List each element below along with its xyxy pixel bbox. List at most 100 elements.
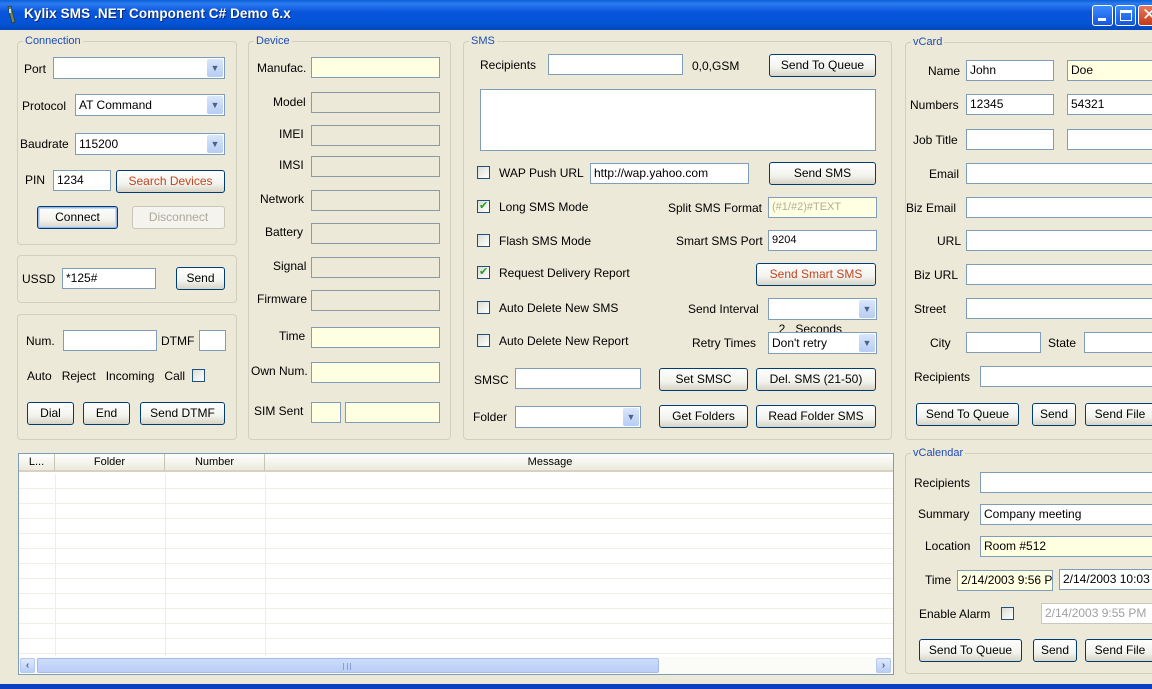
sms-recipients-input[interactable] <box>548 54 683 75</box>
sms-send-to-queue-button[interactable]: Send To Queue <box>769 54 876 77</box>
scroll-right-icon[interactable]: › <box>876 658 891 673</box>
battery-field[interactable] <box>311 223 440 244</box>
city-input[interactable] <box>966 332 1041 353</box>
number2-input[interactable]: 54321 <box>1067 94 1152 115</box>
connect-button[interactable]: Connect <box>37 206 118 229</box>
first-name-input[interactable]: John <box>966 60 1054 81</box>
enable-alarm-checkbox[interactable] <box>1001 607 1014 620</box>
send-smart-sms-button[interactable]: Send Smart SMS <box>756 263 876 286</box>
dtmf-input[interactable] <box>199 330 226 351</box>
own-number-field[interactable] <box>311 362 440 383</box>
set-smsc-button[interactable]: Set SMSC <box>659 368 748 391</box>
chevron-down-icon[interactable]: ▼ <box>207 135 223 153</box>
send-sms-button[interactable]: Send SMS <box>769 162 876 185</box>
num-input[interactable] <box>63 330 157 351</box>
scroll-left-icon[interactable]: ‹ <box>20 658 35 673</box>
firmware-field[interactable] <box>311 290 440 311</box>
start-time-picker[interactable]: 2/14/2003 9:56 PM <box>957 570 1053 591</box>
number1-input[interactable]: 12345 <box>966 94 1054 115</box>
maximize-button[interactable] <box>1115 5 1136 26</box>
vcard-send-to-queue-button[interactable]: Send To Queue <box>916 403 1019 426</box>
chevron-down-icon[interactable]: ▼ <box>859 334 875 352</box>
title-bar[interactable]: Kylix SMS .NET Component C# Demo 6.x ✕ <box>0 0 1152 30</box>
column-header-number[interactable]: Number <box>165 454 265 471</box>
port-select[interactable]: ▼ <box>53 57 225 79</box>
get-folders-button[interactable]: Get Folders <box>659 405 748 428</box>
sim-sent-count-field[interactable] <box>311 402 341 423</box>
long-sms-checkbox[interactable]: ✔ <box>477 200 490 213</box>
vcal-recipients-input[interactable] <box>980 472 1152 493</box>
pin-input[interactable]: 1234 <box>53 170 111 191</box>
scrollbar-thumb[interactable] <box>37 658 659 673</box>
job-title-input[interactable] <box>966 129 1054 150</box>
delete-sms-button[interactable]: Del. SMS (21-50) <box>756 368 876 391</box>
smart-port-input[interactable]: 9204 <box>768 230 877 251</box>
column-header-location[interactable]: L... <box>19 454 55 471</box>
auto-reject-checkbox[interactable] <box>192 369 205 382</box>
vcal-send-button[interactable]: Send <box>1033 639 1077 662</box>
read-folder-sms-button[interactable]: Read Folder SMS <box>756 405 876 428</box>
location-input[interactable]: Room #512 <box>980 536 1152 557</box>
delivery-report-checkbox[interactable]: ✔ <box>477 266 490 279</box>
table-row[interactable] <box>19 579 893 594</box>
column-header-message[interactable]: Message <box>265 454 835 471</box>
alarm-time-picker[interactable]: 2/14/2003 9:55 PM <box>1041 603 1152 624</box>
table-row[interactable] <box>19 519 893 534</box>
device-time-field[interactable] <box>311 327 440 348</box>
chevron-down-icon[interactable]: ▼ <box>623 408 639 426</box>
table-row[interactable] <box>19 609 893 624</box>
network-field[interactable] <box>311 190 440 211</box>
folder-select[interactable]: ▼ <box>515 406 641 428</box>
end-time-picker[interactable]: 2/14/2003 10:03 PM <box>1059 569 1152 590</box>
table-row[interactable] <box>19 594 893 609</box>
state-input[interactable] <box>1084 332 1152 353</box>
chevron-down-icon[interactable]: ▼ <box>207 96 223 114</box>
close-button[interactable]: ✕ <box>1138 5 1152 26</box>
email-input[interactable] <box>966 163 1152 184</box>
flash-sms-checkbox[interactable] <box>477 234 490 247</box>
imei-field[interactable] <box>311 125 440 146</box>
table-row[interactable] <box>19 489 893 504</box>
job-title2-input[interactable] <box>1067 129 1152 150</box>
split-format-input[interactable]: (#1/#2)#TEXT <box>768 197 877 218</box>
vcal-send-file-button[interactable]: Send File <box>1085 639 1152 662</box>
auto-delete-report-checkbox[interactable] <box>477 334 490 347</box>
table-row[interactable] <box>19 534 893 549</box>
protocol-select[interactable]: AT Command ▼ <box>75 94 225 116</box>
biz-email-input[interactable] <box>966 197 1152 218</box>
dial-button[interactable]: Dial <box>27 402 74 425</box>
column-header-folder[interactable]: Folder <box>55 454 165 471</box>
baudrate-select[interactable]: 115200 ▼ <box>75 133 225 155</box>
wap-push-checkbox[interactable] <box>477 166 490 179</box>
street-input[interactable] <box>966 298 1152 319</box>
send-interval-select[interactable]: 2 Seconds ▼ <box>768 298 877 336</box>
ussd-send-button[interactable]: Send <box>176 267 225 290</box>
url-input[interactable] <box>966 230 1152 251</box>
table-row[interactable] <box>19 504 893 519</box>
message-list[interactable]: L... Folder Number Message ‹ › <box>18 453 894 675</box>
summary-input[interactable]: Company meeting <box>980 504 1152 525</box>
send-dtmf-button[interactable]: Send DTMF <box>140 402 225 425</box>
table-row[interactable] <box>19 549 893 564</box>
vcal-send-to-queue-button[interactable]: Send To Queue <box>919 639 1022 662</box>
minimize-button[interactable] <box>1092 5 1113 26</box>
model-field[interactable] <box>311 92 440 113</box>
chevron-down-icon[interactable]: ▼ <box>859 300 875 318</box>
horizontal-scrollbar[interactable]: ‹ › <box>19 657 893 674</box>
vcard-send-file-button[interactable]: Send File <box>1085 403 1152 426</box>
last-name-input[interactable]: Doe <box>1067 60 1152 81</box>
table-row[interactable] <box>19 624 893 639</box>
search-devices-button[interactable]: Search Devices <box>116 170 225 193</box>
smsc-input[interactable] <box>515 368 641 389</box>
manufacturer-field[interactable] <box>311 57 440 78</box>
disconnect-button[interactable]: Disconnect <box>132 206 225 229</box>
retry-times-select[interactable]: Don't retry ▼ <box>768 332 877 354</box>
biz-url-input[interactable] <box>966 264 1152 285</box>
vcard-send-button[interactable]: Send <box>1032 403 1076 426</box>
table-row[interactable] <box>19 639 893 654</box>
chevron-down-icon[interactable]: ▼ <box>207 59 223 77</box>
end-call-button[interactable]: End <box>83 402 130 425</box>
table-row[interactable] <box>19 474 893 489</box>
auto-delete-sms-checkbox[interactable] <box>477 301 490 314</box>
sms-message-textarea[interactable] <box>480 89 876 151</box>
